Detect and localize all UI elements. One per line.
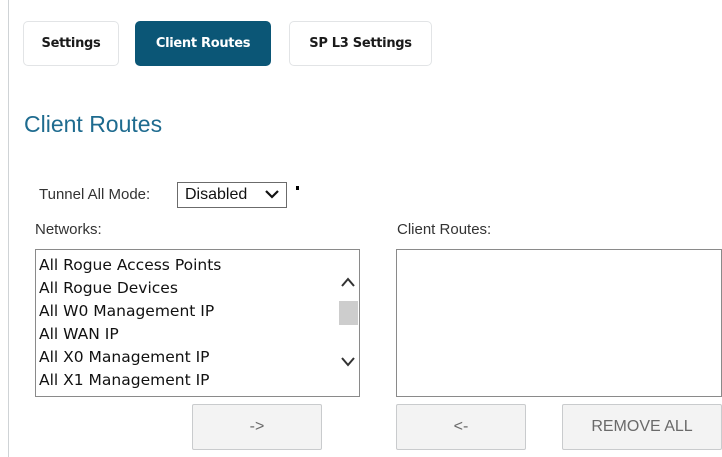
tunnel-all-mode-select[interactable]: Disabled [177,182,287,208]
panel-left-border [8,0,9,457]
client-routes-label: Client Routes: [397,221,492,238]
tab-settings[interactable]: Settings [23,21,119,66]
list-item[interactable]: All X0 Management IP [39,346,221,369]
networks-label: Networks: [35,221,102,238]
tunnel-all-mode-label: Tunnel All Mode: [39,186,151,203]
list-item[interactable]: All W0 Management IP [39,300,221,323]
remove-route-button[interactable]: <- [396,404,526,450]
page-title: Client Routes [24,111,163,137]
tunnel-all-mode-value: Disabled [185,186,248,203]
list-item[interactable]: All WAN IP [39,323,221,346]
client-routes-listbox[interactable] [396,249,722,397]
client-routes-panel: Settings Client Routes SP L3 Settings Cl… [0,0,722,457]
list-item[interactable]: All Rogue Devices [39,277,221,300]
list-item[interactable]: All X1 Management IP [39,369,221,392]
remove-all-button[interactable]: REMOVE ALL [562,404,722,450]
chevron-down-icon[interactable] [340,354,356,373]
chevron-up-icon[interactable] [340,275,356,294]
tick-mark-icon [296,186,299,190]
tab-client-routes[interactable]: Client Routes [135,21,271,66]
scrollbar-thumb[interactable] [339,301,358,325]
networks-listbox[interactable]: All Rogue Access Points All Rogue Device… [35,249,360,397]
tab-sp-l3-settings[interactable]: SP L3 Settings [289,21,432,66]
list-item[interactable]: All Rogue Access Points [39,254,221,277]
add-route-button[interactable]: -> [192,404,322,450]
chevron-down-icon [264,186,280,207]
networks-scrollbar[interactable] [337,250,359,396]
